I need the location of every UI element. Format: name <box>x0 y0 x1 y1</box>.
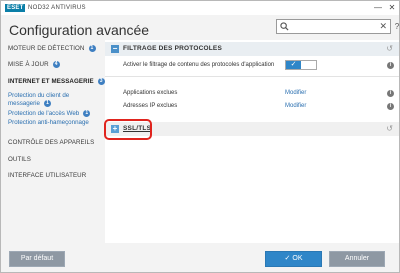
cancel-button[interactable]: Annuler <box>329 251 385 267</box>
count-badge: 1 <box>43 100 51 107</box>
sidebar-item-user-interface[interactable]: INTERFACE UTILISATEUR <box>8 172 86 179</box>
sidebar-item-label: Protection de l'accès Web <box>8 110 80 118</box>
sidebar-item-label: INTERNET ET MESSAGERIE <box>8 78 94 86</box>
sidebar-item-device-control[interactable]: CONTRÔLE DES APPAREILS <box>8 139 94 146</box>
collapse-icon[interactable]: − <box>111 45 119 53</box>
settings-panel: − FILTRAGE DES PROTOCOLES ↺ Activer le f… <box>105 40 399 243</box>
sidebar-item-label: MOTEUR DE DÉTECTION <box>8 45 85 53</box>
settings-window: ESET NOD32 ANTIVIRUS — ✕ Configuration a… <box>0 0 400 273</box>
reset-icon[interactable]: ↺ <box>386 124 393 133</box>
search-box[interactable]: ✕ <box>276 19 391 34</box>
sidebar-item-label: OUTILS <box>8 156 31 163</box>
sidebar-item-label: INTERFACE UTILISATEUR <box>8 172 87 179</box>
divider <box>105 76 399 77</box>
sidebar-item-anti-phishing[interactable]: Protection anti-hameçonnage <box>8 119 89 126</box>
eset-logo: ESET <box>5 4 26 12</box>
info-icon[interactable]: i <box>387 62 394 69</box>
sidebar-item-detection-engine[interactable]: MOTEUR DE DÉTECTION 1 <box>8 45 96 52</box>
check-icon: ✓ <box>284 255 291 262</box>
excluded-apps-edit-link[interactable]: Modifier <box>285 90 306 96</box>
title-bar: ESET NOD32 ANTIVIRUS — ✕ <box>1 1 399 15</box>
setting-label: Activer le filtrage de contenu des proto… <box>123 62 275 68</box>
sidebar-item-label: messagerie <box>8 100 40 108</box>
count-badge: 3 <box>97 78 105 85</box>
section-header-protocol-filtering[interactable]: − FILTRAGE DES PROTOCOLES ↺ <box>105 42 399 56</box>
search-icon <box>280 22 289 31</box>
help-icon[interactable]: ? <box>393 20 400 33</box>
page-title: Configuration avancée <box>9 22 150 38</box>
info-icon[interactable]: i <box>387 103 394 110</box>
highlight-annotation <box>104 119 152 140</box>
sidebar-item-email-client-protection[interactable]: Protection du client de <box>8 92 69 99</box>
info-icon[interactable]: i <box>387 90 394 97</box>
count-badge: 1 <box>83 110 91 117</box>
count-badge: 1 <box>88 45 96 52</box>
sidebar-item-tools[interactable]: OUTILS <box>8 156 31 163</box>
sidebar-item-label: CONTRÔLE DES APPAREILS <box>8 139 95 146</box>
clear-search-icon[interactable]: ✕ <box>379 20 387 33</box>
sidebar-item-update[interactable]: MISE À JOUR 4 <box>8 61 60 68</box>
setting-label: Applications exclues <box>123 90 178 96</box>
sidebar-item-email-client-protection-line2[interactable]: messagerie 1 <box>8 100 51 107</box>
sidebar-item-label: MISE À JOUR <box>8 61 49 69</box>
sidebar-item-web-and-email[interactable]: INTERNET ET MESSAGERIE 3 <box>8 78 105 85</box>
sidebar-item-label: Protection anti-hameçonnage <box>8 119 89 126</box>
count-badge: 4 <box>52 61 60 68</box>
sidebar-item-label: Protection du client de <box>8 92 70 99</box>
excluded-ip-edit-link[interactable]: Modifier <box>285 103 306 109</box>
setting-label: Adresses IP exclues <box>123 103 178 109</box>
ok-label: OK <box>292 255 303 262</box>
section-title: FILTRAGE DES PROTOCOLES <box>123 45 222 52</box>
close-window-button[interactable]: ✕ <box>386 2 398 14</box>
product-name: NOD32 ANTIVIRUS <box>28 5 86 11</box>
reset-icon[interactable]: ↺ <box>386 44 393 53</box>
minimize-button[interactable]: — <box>372 2 384 14</box>
sidebar-item-web-access-protection[interactable]: Protection de l'accès Web 1 <box>8 110 91 118</box>
content-filtering-toggle[interactable]: ✓ <box>285 60 317 70</box>
search-input[interactable] <box>291 21 375 32</box>
check-icon: ✓ <box>286 61 301 69</box>
ok-button[interactable]: ✓ OK <box>265 251 322 267</box>
default-button[interactable]: Par défaut <box>9 251 65 267</box>
